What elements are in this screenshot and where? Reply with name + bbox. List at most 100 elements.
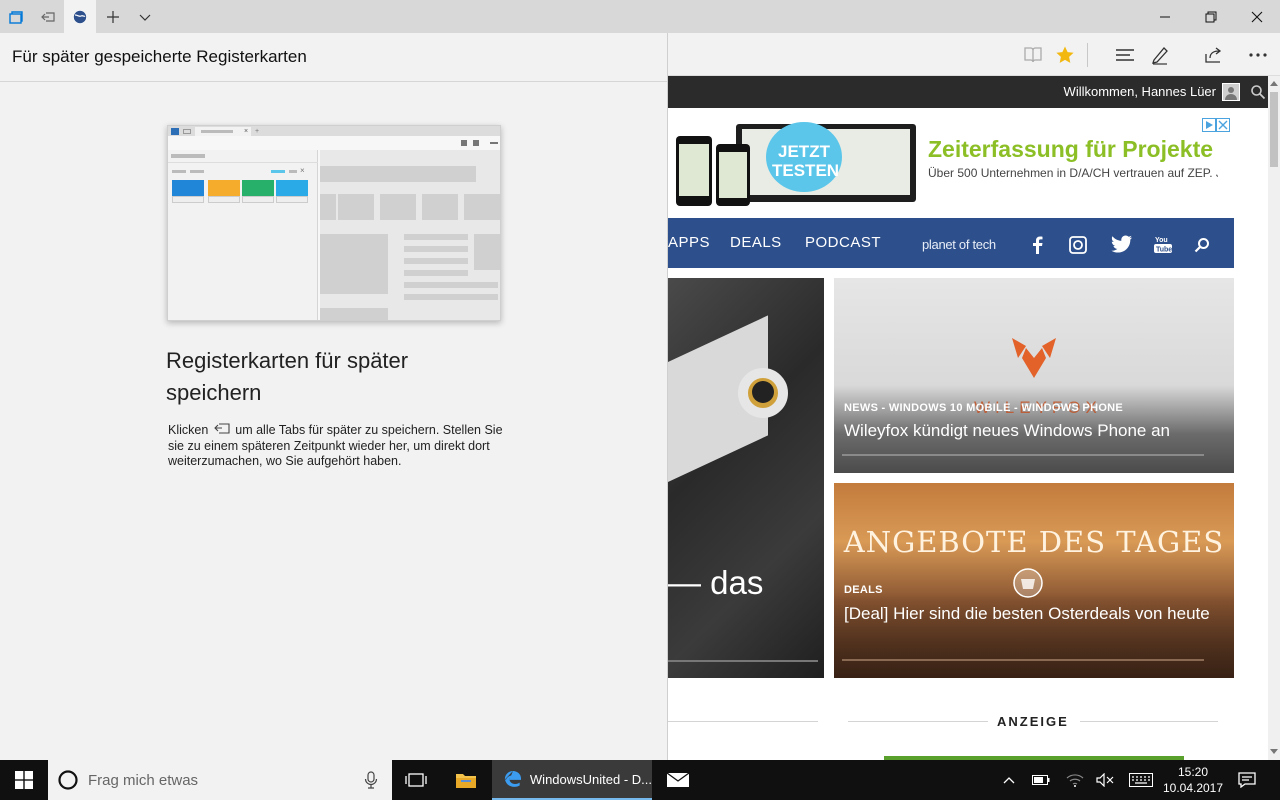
minimize-button[interactable] [1142,0,1188,33]
empty-state-description: Klicken um alle Tabs für später zu speic… [168,423,508,470]
scroll-up-icon[interactable] [1270,80,1278,86]
keyboard-icon [1129,773,1153,787]
web-note-button[interactable] [1144,39,1176,71]
nav-item-apps[interactable]: APPS [668,234,710,251]
edge-icon [504,770,522,787]
empty-state-title: Registerkarten für später speichern [166,348,409,405]
more-button[interactable] [1242,39,1274,71]
tabs-aside-button[interactable] [0,0,31,33]
active-tab[interactable] [64,0,96,33]
ad-close-icon[interactable] [1216,118,1230,132]
chevron-up-icon [1003,777,1015,784]
ad-banner[interactable]: JETZT TESTEN Zeiterfassung für Projekte … [668,118,1234,208]
svg-text:Tube: Tube [1156,247,1172,254]
tile-title-fragment: — das [668,564,764,601]
svg-text:You: You [1155,237,1168,244]
tile-category[interactable]: DEALS [844,584,883,596]
instagram-icon[interactable] [1069,236,1087,254]
avatar[interactable] [1222,83,1240,101]
welcome-text[interactable]: Willkommen, Hannes Lüer [1064,84,1216,99]
ad-badge: JETZT TESTEN [772,142,840,180]
cortana-icon [58,770,78,790]
task-view-button[interactable] [396,760,436,800]
web-page: Willkommen, Hannes Lüer JETZT TESTEN Zei… [668,76,1268,760]
scroll-down-icon[interactable] [1270,749,1278,755]
new-tab-button[interactable] [98,0,128,33]
article-tile-deals[interactable]: ANGEBOTE DES TAGES DEALS [Deal] Hier sin… [834,483,1234,678]
start-button[interactable] [0,760,48,800]
volume-button[interactable] [1092,760,1118,800]
set-tabs-aside-inline-icon [214,423,230,434]
hub-button[interactable] [1109,39,1141,71]
empty-state-desc-start: Klicken [168,423,209,437]
scrollbar-thumb[interactable] [1270,92,1278,167]
article-tile-circuit[interactable]: — das [668,278,824,678]
globe-icon [73,9,87,24]
battery-icon [1032,775,1050,785]
pen-icon [1152,47,1168,65]
book-icon [1024,47,1042,63]
taskbar-edge-label: WindowsUnited - D... [529,771,652,787]
taskbar-edge-button[interactable]: WindowsUnited - D... [492,760,652,800]
browser-toolbar [668,33,1280,76]
search-placeholder: Frag mich etwas [88,772,199,789]
share-button[interactable] [1197,39,1229,71]
restore-icon [1205,11,1217,22]
more-icon [1249,53,1267,57]
toolbar-divider [1087,43,1088,67]
star-icon [1056,46,1074,63]
panel-divider [0,81,667,82]
nav-item-podcast[interactable]: PODCAST [805,234,881,251]
mail-button[interactable] [658,760,698,800]
deals-logo-icon [1013,568,1043,598]
wileyfox-logo-icon [1012,338,1056,378]
title-bar [0,0,1280,33]
tabs-aside-panel: Für später gespeicherte Registerkarten ×… [0,33,668,760]
ad-subtext: Über 500 Unternehmen in D/A/CH vertrauen… [928,166,1218,180]
close-button[interactable] [1234,0,1280,33]
cortana-search-box[interactable]: Frag mich etwas [48,760,392,800]
tile-title[interactable]: Wileyfox kündigt neues Windows Phone an [844,420,1224,441]
ad-devices-image: JETZT TESTEN [676,122,918,206]
restore-button[interactable] [1188,0,1234,33]
favorite-button[interactable] [1049,39,1081,71]
avatar-icon [1225,87,1237,100]
network-button[interactable] [1062,760,1088,800]
microphone-icon[interactable] [364,771,378,789]
page-scrollbar[interactable] [1268,76,1280,760]
twitter-icon[interactable] [1111,235,1133,254]
nav-item-deals[interactable]: DEALS [730,234,782,251]
taskbar: Frag mich etwas WindowsUnited - D... 15:… [0,760,1280,800]
planet-of-tech-logo[interactable]: planet of tech [922,237,996,252]
wifi-icon [1066,774,1084,787]
show-hidden-icons-button[interactable] [996,760,1022,800]
notification-icon [1238,772,1256,788]
clock[interactable]: 15:20 10.04.2017 [1160,764,1226,796]
task-view-icon [405,773,427,787]
set-tabs-aside-icon [40,11,55,22]
chevron-down-icon [139,14,151,21]
file-explorer-button[interactable] [446,760,486,800]
nav-search-icon[interactable] [1194,237,1210,253]
facebook-icon[interactable] [1030,236,1044,254]
touch-keyboard-button[interactable] [1126,760,1156,800]
action-center-button[interactable] [1232,760,1262,800]
tabs-aside-icon [8,10,23,24]
tab-preview-button[interactable] [130,0,160,33]
set-tabs-aside-button[interactable] [32,0,63,33]
tile-title[interactable]: [Deal] Hier sind die besten Osterdeals v… [844,603,1214,624]
ad-headline: Zeiterfassung für Projekte [928,136,1214,162]
adchoices-icon [1202,118,1216,132]
tabs-aside-illustration: × + × [167,125,501,321]
reading-view-button[interactable] [1017,39,1049,71]
clock-time: 15:20 [1177,765,1209,779]
battery-button[interactable] [1028,760,1054,800]
tile-category[interactable]: NEWS - WINDOWS 10 MOBILE - WINDOWS PHONE [844,402,1123,414]
article-tile-wileyfox[interactable]: WILEYFOX NEWS - WINDOWS 10 MOBILE - WIND… [834,278,1234,473]
search-icon[interactable] [1250,84,1266,100]
site-nav: APPS DEALS PODCAST planet of tech You Tub… [668,218,1234,268]
hub-icon [1116,49,1134,61]
adchoices-badge[interactable] [1202,118,1232,132]
youtube-icon[interactable]: You Tube [1154,234,1172,254]
windows-logo-icon [15,771,33,789]
